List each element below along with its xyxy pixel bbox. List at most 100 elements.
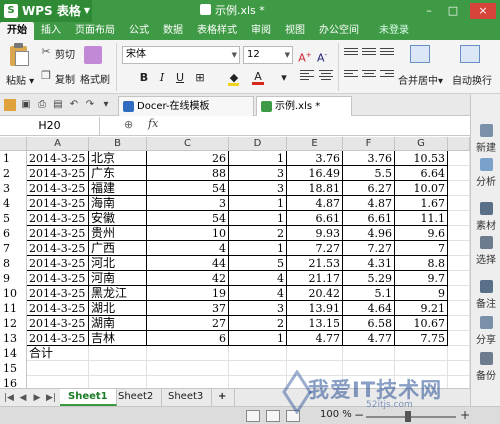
cell-h4[interactable] xyxy=(448,196,470,211)
cell-f9[interactable]: 5.29 xyxy=(343,271,395,286)
cell-g5[interactable]: 11.1 xyxy=(395,211,448,226)
column-header-h[interactable] xyxy=(448,137,470,151)
fill-color-icon[interactable]: ◆ xyxy=(226,70,242,86)
select-all-corner[interactable] xyxy=(0,137,27,151)
panel-share[interactable]: 分享 xyxy=(471,316,500,346)
cell-e9[interactable]: 21.17 xyxy=(287,271,343,286)
print-icon[interactable]: ⎙ xyxy=(36,99,48,111)
row-header[interactable]: 11 xyxy=(0,301,27,316)
cell-e1[interactable]: 3.76 xyxy=(287,151,343,166)
panel-notes[interactable]: 备注 xyxy=(471,280,500,310)
panel-select[interactable]: 选择 xyxy=(471,236,500,266)
column-header-g[interactable]: G xyxy=(395,137,448,151)
tab-home[interactable]: 开始 xyxy=(0,22,34,40)
cell-h14[interactable] xyxy=(448,346,470,361)
chevron-down-icon[interactable]: ▾ xyxy=(100,99,112,111)
cell-e13[interactable]: 4.77 xyxy=(287,331,343,346)
wrap-text-button[interactable]: 自动换行 xyxy=(452,72,492,87)
copy-button[interactable]: 复制 xyxy=(55,71,75,86)
cell-e10[interactable]: 20.42 xyxy=(287,286,343,301)
row-header[interactable]: 16 xyxy=(0,376,27,388)
cell-d4[interactable]: 1 xyxy=(229,196,287,211)
cell-a16[interactable] xyxy=(27,376,89,388)
merge-center-button[interactable]: 合并居中▾ xyxy=(398,72,443,87)
cell-a7[interactable]: 2014-3-25 xyxy=(27,241,89,256)
cell-f12[interactable]: 6.58 xyxy=(343,316,395,331)
tab-review[interactable]: 审阅 xyxy=(244,22,278,40)
cell-a1[interactable]: 2014-3-25 xyxy=(27,151,89,166)
cell-c2[interactable]: 88 xyxy=(147,166,229,181)
open-folder-icon[interactable] xyxy=(4,99,16,111)
row-header[interactable]: 15 xyxy=(0,361,27,376)
row-header[interactable]: 3 xyxy=(0,181,27,196)
cell-d7[interactable]: 1 xyxy=(229,241,287,256)
cell-c9[interactable]: 42 xyxy=(147,271,229,286)
cell-d6[interactable]: 2 xyxy=(229,226,287,241)
cell-g10[interactable]: 9 xyxy=(395,286,448,301)
cell-b4[interactable]: 海南 xyxy=(89,196,147,211)
panel-materials[interactable]: 素材 xyxy=(471,202,500,232)
cell-e6[interactable]: 9.93 xyxy=(287,226,343,241)
cell-a8[interactable]: 2014-3-25 xyxy=(27,256,89,271)
cell-d9[interactable]: 4 xyxy=(229,271,287,286)
cell-a5[interactable]: 2014-3-25 xyxy=(27,211,89,226)
increase-font-icon[interactable]: A+ xyxy=(297,47,313,65)
cell-b7[interactable]: 广西 xyxy=(89,241,147,256)
tab-example-xls[interactable]: 示例.xls * xyxy=(256,96,352,116)
cell-g12[interactable]: 10.67 xyxy=(395,316,448,331)
cell-h9[interactable] xyxy=(448,271,470,286)
cell-d8[interactable]: 5 xyxy=(229,256,287,271)
cell-h10[interactable] xyxy=(448,286,470,301)
tab-view[interactable]: 视图 xyxy=(278,22,312,40)
cell-f13[interactable]: 4.77 xyxy=(343,331,395,346)
font-name-select[interactable]: 宋体 ▼ xyxy=(122,46,240,64)
cell-a11[interactable]: 2014-3-25 xyxy=(27,301,89,316)
align-top-icon[interactable] xyxy=(344,48,358,60)
print-preview-icon[interactable]: ▤ xyxy=(52,99,64,111)
cell-f5[interactable]: 6.61 xyxy=(343,211,395,226)
decrease-font-icon[interactable]: A- xyxy=(314,47,330,65)
row-header[interactable]: 4 xyxy=(0,196,27,211)
font-size-select[interactable]: 12 ▼ xyxy=(243,46,293,64)
cell-d12[interactable]: 2 xyxy=(229,316,287,331)
sheet-tab-2[interactable]: Sheet2 xyxy=(110,389,163,406)
tab-data[interactable]: 数据 xyxy=(156,22,190,40)
cell-h1[interactable] xyxy=(448,151,470,166)
cell-c7[interactable]: 4 xyxy=(147,241,229,256)
cell-b9[interactable]: 河南 xyxy=(89,271,147,286)
cell-c16[interactable] xyxy=(147,376,229,388)
cell-d5[interactable]: 1 xyxy=(229,211,287,226)
cell-c3[interactable]: 54 xyxy=(147,181,229,196)
panel-analysis[interactable]: 分析 xyxy=(471,158,500,188)
format-painter-icon[interactable] xyxy=(84,46,102,64)
cell-e5[interactable]: 6.61 xyxy=(287,211,343,226)
cell-e8[interactable]: 21.53 xyxy=(287,256,343,271)
tab-docer-templates[interactable]: Docer-在线模板 xyxy=(118,96,254,116)
spreadsheet-grid[interactable]: A B C D E F G 1 2014-3-25 北京 26 1 3.76 3.76 10.53 2 2014… xyxy=(0,137,470,388)
row-header[interactable]: 5 xyxy=(0,211,27,226)
cell-g13[interactable]: 7.75 xyxy=(395,331,448,346)
align-right-icon[interactable] xyxy=(380,70,394,82)
cell-e12[interactable]: 13.15 xyxy=(287,316,343,331)
row-header[interactable]: 2 xyxy=(0,166,27,181)
cell-b3[interactable]: 福建 xyxy=(89,181,147,196)
prev-sheet-icon[interactable]: ◀ xyxy=(18,391,28,405)
cell-h3[interactable] xyxy=(448,181,470,196)
row-header[interactable]: 10 xyxy=(0,286,27,301)
row-header[interactable]: 8 xyxy=(0,256,27,271)
cell-d2[interactable]: 3 xyxy=(229,166,287,181)
align-center-icon[interactable] xyxy=(319,70,333,82)
cell-b15[interactable] xyxy=(89,361,147,376)
cell-a3[interactable]: 2014-3-25 xyxy=(27,181,89,196)
cell-d13[interactable]: 1 xyxy=(229,331,287,346)
cell-b12[interactable]: 湖南 xyxy=(89,316,147,331)
cell-f4[interactable]: 4.87 xyxy=(343,196,395,211)
align-center-icon[interactable] xyxy=(362,70,376,82)
align-left-icon[interactable] xyxy=(344,70,358,82)
cell-h11[interactable] xyxy=(448,301,470,316)
border-icon[interactable]: ⊞ xyxy=(192,70,208,86)
cell-a13[interactable]: 2014-3-25 xyxy=(27,331,89,346)
cell-f14[interactable] xyxy=(343,346,395,361)
tab-table-style[interactable]: 表格样式 xyxy=(190,22,244,40)
normal-view-icon[interactable] xyxy=(246,410,260,422)
